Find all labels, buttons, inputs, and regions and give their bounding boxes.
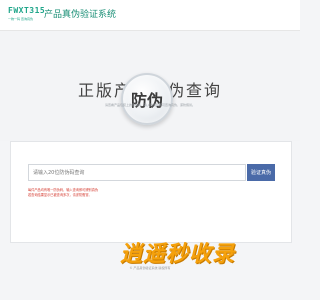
- site-title: 产品真伪验证系统: [44, 10, 117, 20]
- hero-description: 请查看产品包装上的防伪码，输入防伪码即可查询真伪，谨防假冒。: [104, 103, 195, 107]
- site-logo[interactable]: FWXT315 一物一码 查询真伪: [8, 6, 48, 26]
- code-search-input[interactable]: [28, 164, 246, 181]
- logo-text: FWXT315: [8, 6, 46, 15]
- top-bar: FWXT315 一物一码 查询真伪 产品真伪验证系统: [0, 0, 300, 31]
- logo-tagline: 一物一码 查询真伪: [8, 17, 33, 21]
- watermark-text: 逍遥秒收录: [120, 242, 236, 267]
- query-card: 验证真伪 每件产品均有唯一防伪码，输入查询即可辨别真伪 若查询结果显示已被查询多…: [10, 141, 292, 243]
- hero-banner: 正版产品防伪查询 防伪 请查看产品包装上的防伪码，输入防伪码即可查询真伪，谨防假…: [0, 31, 300, 141]
- watermark-logo: 逍遥秒收录: [120, 236, 290, 267]
- footer-copyright: © 产品真伪验证系统 版权所有: [129, 266, 171, 270]
- notice-line-2: 若查询结果显示已被查询多次，请谨防假冒。: [28, 193, 92, 197]
- magnifier-icon: 防伪: [121, 73, 173, 125]
- magnifier-label: 防伪: [130, 91, 163, 110]
- verify-button[interactable]: 验证真伪: [247, 164, 275, 181]
